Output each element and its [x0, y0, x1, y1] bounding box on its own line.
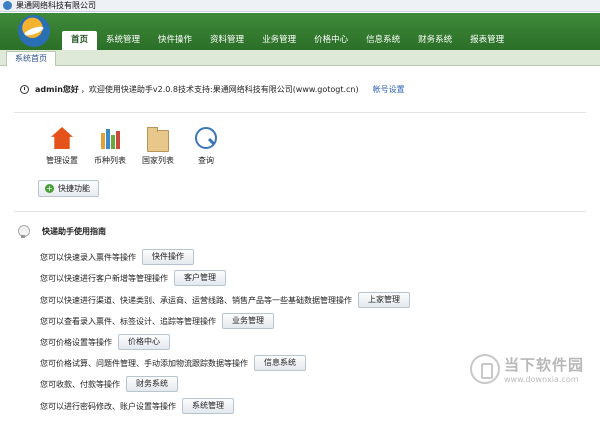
guide-row: 您可价格试算、问题件管理、手动添加物流跟踪数据等操作 信息系统: [40, 355, 306, 371]
menu-express-operation[interactable]: 快件操作: [149, 31, 201, 50]
account-settings-link[interactable]: 帐号设置: [373, 84, 405, 95]
welcome-bar: admin您好 ，欢迎使用快递助手v2.0.8技术支持:果通网络科技有限公司(w…: [20, 84, 405, 95]
site-watermark: 当下软件园 www.downxia.com: [470, 354, 584, 384]
company-logo-icon: [18, 15, 50, 47]
quick-icon-country-list[interactable]: 国家列表: [134, 127, 182, 166]
express-operation-button[interactable]: 快件操作: [142, 249, 194, 265]
guide-row: 您可价格设置等操作 价格中心: [40, 334, 170, 350]
guide-row-text: 您可以快速进行客户新增等管理操作: [40, 273, 168, 283]
guide-row: 您可以快速进行客户新增等管理操作 客户管理: [40, 270, 226, 286]
business-management-button[interactable]: 业务管理: [222, 313, 274, 329]
app-icon: [3, 1, 12, 10]
window-titlebar: 果通网络科技有限公司: [0, 0, 600, 12]
quick-icon-management-settings[interactable]: 管理设置: [38, 127, 86, 166]
tab-strip: 系统首页: [0, 50, 600, 66]
watermark-name: 当下软件园: [504, 356, 585, 374]
welcome-message: ，欢迎使用快递助手v2.0.8技术支持:果通网络科技有限公司(www.gotog…: [80, 85, 359, 94]
main-menu: 首页 系统管理 快件操作 资料管理 业务管理 价格中心 信息系统 财务系统 报表…: [62, 31, 513, 50]
quick-functions-button[interactable]: + 快捷功能: [38, 180, 99, 197]
menu-info-system[interactable]: 信息系统: [357, 31, 409, 50]
tab-system-home[interactable]: 系统首页: [6, 51, 56, 66]
quick-icon-label: 币种列表: [94, 156, 126, 165]
lightbulb-icon: [18, 225, 30, 238]
guide-row: 您可收款、付款等操作 财务系统: [40, 376, 178, 392]
quick-functions-label: 快捷功能: [58, 184, 90, 193]
info-system-button[interactable]: 信息系统: [254, 355, 306, 371]
guide-title: 快递助手使用指南: [18, 225, 106, 238]
guide-row-text: 您可价格试算、问题件管理、手动添加物流跟踪数据等操作: [40, 358, 248, 368]
guide-row-text: 您可以查看录入票件、标签设计、追踪等管理操作: [40, 316, 216, 326]
guide-row-text: 您可以进行密码修改、账户设置等操作: [40, 401, 176, 411]
menu-system-management[interactable]: 系统管理: [97, 31, 149, 50]
divider: [14, 211, 586, 212]
guide-row-text: 您可收款、付款等操作: [40, 379, 120, 389]
watermark-url: www.downxia.com: [504, 375, 579, 384]
guide-row-text: 您可以快速录入票件等操作: [40, 252, 136, 262]
menu-report-management[interactable]: 报表管理: [461, 31, 513, 50]
divider: [14, 112, 586, 113]
guide-title-text: 快递助手使用指南: [42, 227, 106, 236]
main-menubar: 首页 系统管理 快件操作 资料管理 业务管理 价格中心 信息系统 财务系统 报表…: [0, 13, 600, 50]
magnifier-icon: [195, 127, 217, 149]
price-center-button[interactable]: 价格中心: [118, 334, 170, 350]
guide-row: 您可以快速录入票件等操作 快件操作: [40, 249, 194, 265]
welcome-user: admin您好: [35, 85, 79, 94]
quick-icon-label: 国家列表: [142, 156, 174, 165]
plus-icon: +: [45, 184, 54, 193]
quick-icon-search[interactable]: 查询: [182, 127, 230, 166]
supplier-management-button[interactable]: 上家管理: [358, 292, 410, 308]
finance-system-button[interactable]: 财务系统: [126, 376, 178, 392]
guide-row: 您可以查看录入票件、标签设计、追踪等管理操作 业务管理: [40, 313, 274, 329]
window-title: 果通网络科技有限公司: [16, 1, 96, 10]
quick-icon-currency-list[interactable]: 币种列表: [86, 127, 134, 166]
guide-row-text: 您可价格设置等操作: [40, 337, 112, 347]
clock-icon: [20, 85, 29, 94]
customer-management-button[interactable]: 客户管理: [174, 270, 226, 286]
quick-icon-label: 查询: [198, 156, 214, 165]
guide-row: 您可以快速进行渠道、快递类别、承运商、运营线路、销售产品等一些基础数据管理操作 …: [40, 292, 410, 308]
folder-icon: [147, 127, 169, 152]
guide-row: 您可以进行密码修改、账户设置等操作 系统管理: [40, 398, 234, 414]
quick-icon-label: 管理设置: [46, 156, 78, 165]
quick-icons: 管理设置 币种列表 国家列表 查询: [38, 127, 230, 166]
house-icon: [51, 127, 73, 149]
menu-business-management[interactable]: 业务管理: [253, 31, 305, 50]
menu-finance-system[interactable]: 财务系统: [409, 31, 461, 50]
books-icon: [99, 127, 121, 149]
menu-data-management[interactable]: 资料管理: [201, 31, 253, 50]
watermark-logo-icon: [470, 354, 500, 384]
menu-home[interactable]: 首页: [62, 31, 98, 50]
system-management-button[interactable]: 系统管理: [182, 398, 234, 414]
menu-price-center[interactable]: 价格中心: [305, 31, 357, 50]
guide-row-text: 您可以快速进行渠道、快递类别、承运商、运营线路、销售产品等一些基础数据管理操作: [40, 295, 352, 305]
